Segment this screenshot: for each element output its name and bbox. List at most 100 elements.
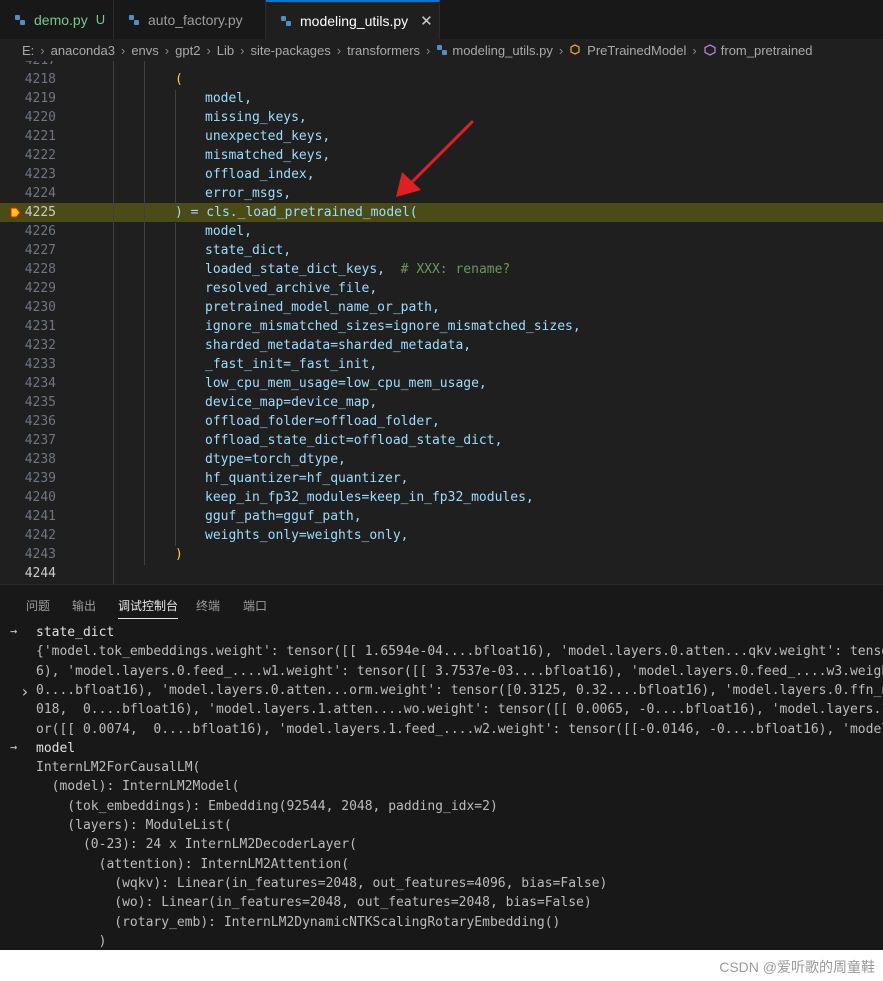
line-number[interactable]: 4227 xyxy=(0,241,56,260)
debug-console[interactable]: → state_dict {'model.tok_embeddings.weight… xyxy=(0,623,883,950)
code-line: 4229 resolved_archive_file, xyxy=(0,279,883,298)
indent-guide xyxy=(175,90,176,204)
line-number[interactable]: 4234 xyxy=(0,374,56,393)
code-line: 4243) xyxy=(0,545,883,564)
code-token: ignore_mismatched_sizes=ignore_mismatche… xyxy=(205,319,581,334)
breadcrumb-item[interactable]: gpt2 xyxy=(175,43,200,58)
code-text: missing_keys, xyxy=(205,108,307,127)
breadcrumb-item[interactable]: site-packages xyxy=(251,43,331,58)
indent-guide xyxy=(175,223,176,546)
line-number[interactable]: 4222 xyxy=(0,146,56,165)
breadcrumb-item[interactable]: PreTrainedModel xyxy=(587,43,686,58)
python-file-icon xyxy=(281,15,291,26)
line-number[interactable]: 4224 xyxy=(0,184,56,203)
code-line: 4233 _fast_init=_fast_init, xyxy=(0,355,883,374)
breadcrumb-item[interactable]: E: xyxy=(22,43,34,58)
breakpoint-current-icon[interactable] xyxy=(10,207,21,218)
code-token: unexpected_keys, xyxy=(205,129,331,144)
console-output-line: InternLM2ForCausalLM( xyxy=(36,760,201,776)
line-number[interactable]: 4237 xyxy=(0,431,56,450)
line-number[interactable]: 4228 xyxy=(0,260,56,279)
code-text: loaded_state_dict_keys, # XXX: rename? xyxy=(205,260,510,279)
watermark: CSDN @爱听歌的周童鞋 xyxy=(719,959,875,975)
code-line: 4218 ( xyxy=(0,70,883,89)
code-token: offload_index, xyxy=(205,167,315,182)
close-icon[interactable]: ✕ xyxy=(420,12,433,30)
code-text: pretrained_model_name_or_path, xyxy=(205,298,440,317)
breadcrumb-item[interactable]: anaconda3 xyxy=(51,43,115,58)
line-number[interactable]: 4239 xyxy=(0,469,56,488)
console-output-line: (wo): Linear(in_features=2048, out_featu… xyxy=(36,895,592,911)
line-number[interactable]: 4221 xyxy=(0,127,56,146)
code-line-partial: 4217 xyxy=(0,61,883,70)
code-line: 4224 error_msgs, xyxy=(0,184,883,203)
line-number[interactable]: 4231 xyxy=(0,317,56,336)
editor-tab-bar: demo.py U auto_factory.py modeling_utils… xyxy=(0,0,883,40)
line-number[interactable]: 4243 xyxy=(0,545,56,564)
console-output-line: (0-23): 24 x InternLM2DecoderLayer( xyxy=(36,837,357,853)
line-number[interactable]: 4220 xyxy=(0,108,56,127)
tab-terminal[interactable]: 终端 xyxy=(196,597,220,614)
code-comment: # XXX: rename? xyxy=(400,262,511,277)
code-line: 4223 offload_index, xyxy=(0,165,883,184)
code-line: 4225) = cls._load_pretrained_model( xyxy=(0,203,883,222)
tab-output[interactable]: 输出 xyxy=(72,597,96,614)
indent-guide xyxy=(144,61,145,565)
console-output-line: 0....bfloat16), 'model.layers.0.atten...… xyxy=(36,682,883,698)
line-number[interactable]: 4229 xyxy=(0,279,56,298)
console-output-line: (tok_embeddings): Embedding(92544, 2048,… xyxy=(36,798,498,814)
breadcrumb-item[interactable]: modeling_utils.py xyxy=(452,43,552,58)
breadcrumb-item[interactable]: Lib xyxy=(217,43,234,58)
line-number[interactable]: 4225 xyxy=(0,203,56,222)
line-number[interactable]: 4235 xyxy=(0,393,56,412)
line-number[interactable]: 4236 xyxy=(0,412,56,431)
breadcrumb-item[interactable]: envs xyxy=(131,43,158,58)
code-text: error_msgs, xyxy=(205,184,291,203)
expand-chevron-icon[interactable]: › xyxy=(20,682,30,701)
code-token: pretrained_model_name_or_path, xyxy=(205,300,440,315)
line-number[interactable]: 4233 xyxy=(0,355,56,374)
tab-ports[interactable]: 端口 xyxy=(243,597,267,614)
console-output-line: 6), 'model.layers.0.feed_....w1.weight':… xyxy=(36,663,883,679)
tab-auto-factory-py[interactable]: auto_factory.py xyxy=(114,0,266,39)
tab-modeling-utils-py[interactable]: modeling_utils.py ✕ xyxy=(266,0,440,39)
code-token: mismatched_keys, xyxy=(205,148,331,163)
tab-demo-py[interactable]: demo.py U xyxy=(0,0,114,39)
line-number[interactable]: 4218 xyxy=(0,70,56,89)
line-number[interactable]: 4240 xyxy=(0,488,56,507)
breadcrumb-item[interactable]: from_pretrained xyxy=(721,43,813,58)
code-token: gguf_path=gguf_path, xyxy=(205,509,362,524)
tab-debug-console[interactable]: 调试控制台 xyxy=(118,597,179,619)
line-number[interactable]: 4226 xyxy=(0,222,56,241)
line-number[interactable]: 4242 xyxy=(0,526,56,545)
line-number[interactable]: 4230 xyxy=(0,298,56,317)
tab-problems[interactable]: 问题 xyxy=(26,597,50,614)
indent-guide xyxy=(113,61,114,584)
console-expression: model xyxy=(36,740,76,756)
code-token: model, xyxy=(205,91,252,106)
breadcrumb-item[interactable]: transformers xyxy=(347,43,420,58)
python-file-icon xyxy=(437,45,448,55)
class-symbol-icon xyxy=(570,44,580,55)
code-text: offload_state_dict=offload_state_dict, xyxy=(205,431,502,450)
code-text: ( xyxy=(175,70,183,89)
line-number[interactable]: 4238 xyxy=(0,450,56,469)
line-number[interactable]: 4244 xyxy=(0,564,56,583)
untracked-badge: U xyxy=(95,12,106,27)
line-number: 4217 xyxy=(0,61,56,70)
tab-label: modeling_utils.py xyxy=(300,12,409,29)
chevron-right-icon: › xyxy=(558,42,564,58)
code-editor[interactable]: 4217 4218 (4219 model, 4220 missing_keys, 422… xyxy=(0,61,883,584)
console-output-line: ) xyxy=(36,933,107,949)
line-number[interactable]: 4232 xyxy=(0,336,56,355)
line-number[interactable]: 4219 xyxy=(0,89,56,108)
console-output-line: {'model.tok_embeddings.weight': tensor([… xyxy=(36,644,883,660)
code-token: _fast_init=_fast_init, xyxy=(205,357,378,372)
panel-tabs: 问题 输出 调试控制台 终端 端口 xyxy=(0,585,883,623)
chevron-right-icon: › xyxy=(40,42,45,58)
line-number[interactable]: 4241 xyxy=(0,507,56,526)
console-output-line: 018, 0....bfloat16), 'model.layers.1.att… xyxy=(36,702,883,718)
tab-label: demo.py xyxy=(34,11,88,28)
code-text: offload_index, xyxy=(205,165,315,184)
line-number[interactable]: 4223 xyxy=(0,165,56,184)
